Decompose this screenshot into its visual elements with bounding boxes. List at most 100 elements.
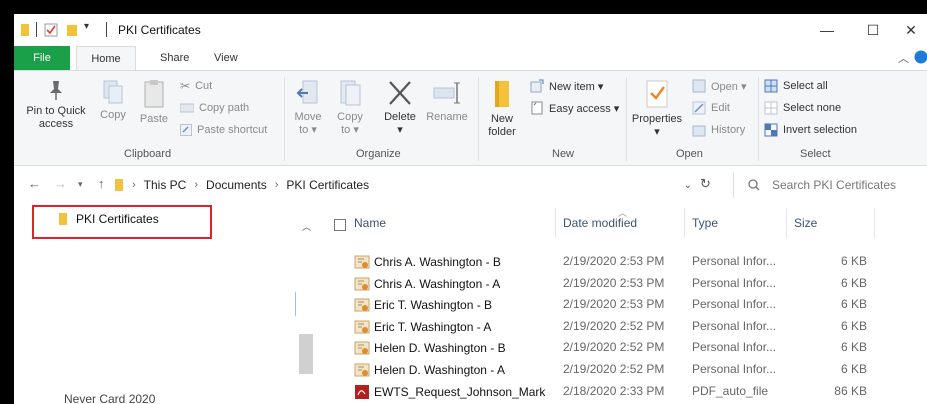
- file-type: Personal Infor...: [692, 318, 777, 333]
- history-button[interactable]: History: [692, 121, 745, 139]
- pane-splitter[interactable]: [295, 292, 296, 316]
- scroll-up-icon[interactable]: ︿: [302, 220, 311, 233]
- file-name: Chris A. Washington - B: [374, 255, 501, 269]
- nav-scrollbar[interactable]: [298, 204, 314, 404]
- invert-selection-button[interactable]: Invert selection: [764, 121, 857, 139]
- file-size: 6 KB: [840, 318, 867, 333]
- paste-icon: [144, 80, 164, 108]
- nav-item-partial[interactable]: Never Card 2020: [64, 392, 155, 404]
- folder-icon: [115, 179, 123, 191]
- file-row[interactable]: Chris A. Washington - A 2/19/2020 2:53 PM…: [314, 273, 927, 295]
- edit-button[interactable]: Edit: [692, 99, 730, 117]
- title-separator: [36, 22, 37, 37]
- file-name-cell: Eric T. Washington - A: [354, 319, 491, 335]
- certificate-icon: [354, 277, 370, 291]
- easy-access-button[interactable]: Easy access ▾: [530, 99, 619, 117]
- column-header-type[interactable]: Type: [692, 212, 718, 234]
- search-input[interactable]: Search PKI Certificates: [733, 172, 927, 198]
- file-row[interactable]: Eric T. Washington - B 2/19/2020 2:53 PM P…: [314, 294, 927, 316]
- nav-item-pki-certificates[interactable]: PKI Certificates: [58, 212, 159, 226]
- recent-locations-icon[interactable]: ▾: [78, 179, 83, 190]
- file-row[interactable]: Helen D. Washington - A 2/19/2020 2:52 PM…: [314, 359, 927, 381]
- file-date: 2/19/2020 2:53 PM: [563, 275, 665, 290]
- cut-button[interactable]: ✂ Cut: [180, 77, 212, 95]
- refresh-icon[interactable]: ↻: [700, 176, 711, 192]
- copy-to-icon: [340, 80, 361, 106]
- new-folder-quick-icon[interactable]: [66, 23, 78, 37]
- properties-icon: [646, 80, 668, 108]
- group-divider: [284, 77, 285, 161]
- address-bar[interactable]: › This PC › Documents › PKI Certificates…: [114, 172, 706, 198]
- file-row[interactable]: Chris A. Washington - B 2/19/2020 2:53 PM…: [314, 251, 927, 273]
- delete-x-icon: [389, 81, 411, 105]
- open-label: Open ▾: [711, 80, 747, 93]
- file-row[interactable]: EWTS_Request_Johnson_Mark 2/18/2020 2:33 …: [314, 381, 927, 403]
- select-all-label: Select all: [783, 80, 828, 92]
- select-all-button[interactable]: Select all: [764, 77, 828, 95]
- breadcrumb-this-pc[interactable]: This PC: [144, 178, 187, 192]
- column-header-size[interactable]: Size: [794, 212, 817, 234]
- minimize-button[interactable]: —: [804, 14, 850, 46]
- copy-path-button[interactable]: Copy path: [180, 99, 249, 117]
- file-name-cell: Helen D. Washington - A: [354, 362, 505, 378]
- file-row[interactable]: Helen D. Washington - B 2/19/2020 2:52 PM…: [314, 337, 927, 359]
- customize-quick-access-icon[interactable]: ▾: [84, 21, 89, 32]
- delete-label-2: ▾: [397, 124, 403, 136]
- collapse-ribbon-icon[interactable]: ︿: [898, 50, 909, 66]
- delete-button[interactable]: Delete ▾: [380, 79, 420, 137]
- column-divider: [555, 208, 556, 238]
- paste-shortcut-button[interactable]: Paste shortcut: [180, 121, 267, 139]
- file-type: Personal Infor...: [692, 362, 777, 376]
- clipboard-group-label: Clipboard: [124, 148, 172, 160]
- file-row[interactable]: Eric T. Washington - A 2/19/2020 2:52 PM P…: [314, 316, 927, 338]
- column-header-name[interactable]: Name: [354, 212, 386, 234]
- group-divider: [758, 77, 759, 161]
- close-button[interactable]: ✕: [888, 14, 927, 46]
- pin-to-quick-access-button[interactable]: Pin to Quick access: [22, 79, 90, 131]
- folder-icon: [59, 213, 67, 225]
- certificate-icon: [354, 320, 370, 334]
- window-title: PKI Certificates: [118, 23, 201, 37]
- nav-scroll-thumb[interactable]: [299, 334, 313, 374]
- file-name-cell: Chris A. Washington - A: [354, 276, 500, 292]
- back-arrow-icon[interactable]: ←: [28, 176, 41, 191]
- breadcrumb-documents[interactable]: Documents: [206, 178, 267, 192]
- paste-button[interactable]: Paste: [136, 79, 172, 126]
- tab-file[interactable]: File: [14, 46, 70, 70]
- up-arrow-icon[interactable]: ↑: [98, 176, 105, 191]
- copy-path-label: Copy path: [199, 102, 250, 114]
- tab-view[interactable]: View: [202, 46, 250, 70]
- help-icon[interactable]: [914, 50, 927, 64]
- address-dropdown-icon[interactable]: ⌄: [684, 180, 692, 191]
- tab-home[interactable]: Home: [76, 46, 136, 70]
- scissors-icon: ✂: [180, 79, 191, 93]
- breadcrumb-pki-certificates[interactable]: PKI Certificates: [286, 178, 369, 192]
- forward-arrow-icon[interactable]: →: [54, 176, 67, 191]
- new-folder-button[interactable]: New folder: [484, 79, 520, 139]
- open-icon: [692, 79, 706, 93]
- breadcrumb-chevron-icon: ›: [274, 179, 279, 191]
- new-item-label: New item ▾: [549, 80, 604, 93]
- select-none-button[interactable]: Select none: [764, 99, 841, 117]
- group-divider: [626, 77, 627, 161]
- paste-shortcut-icon: [180, 124, 192, 136]
- new-folder-label: New: [490, 113, 513, 125]
- new-item-button[interactable]: New item ▾: [530, 77, 603, 95]
- address-row: ← → ▾ ↑ › This PC › Documents › PKI Cert…: [14, 166, 927, 204]
- copy-to-button[interactable]: Copy to ▾: [332, 79, 368, 137]
- move-to-button[interactable]: Move to ▾: [290, 79, 326, 137]
- file-date: 2/19/2020 2:53 PM: [563, 297, 665, 312]
- invert-selection-icon: [764, 123, 778, 137]
- file-name: Chris A. Washington - A: [374, 276, 501, 291]
- easy-access-icon: [531, 101, 543, 115]
- properties-label: Properties: [631, 113, 683, 125]
- properties-check-icon[interactable]: [44, 23, 58, 37]
- open-button[interactable]: Open ▾: [692, 77, 747, 95]
- rename-button[interactable]: Rename: [424, 79, 470, 124]
- column-header-date[interactable]: Date modified: [563, 212, 637, 234]
- copy-button[interactable]: Copy: [96, 79, 130, 122]
- properties-button[interactable]: Properties ▾: [630, 79, 684, 139]
- tab-share[interactable]: Share: [148, 46, 201, 70]
- pin-icon: [50, 81, 62, 100]
- select-all-checkbox[interactable]: [334, 219, 346, 231]
